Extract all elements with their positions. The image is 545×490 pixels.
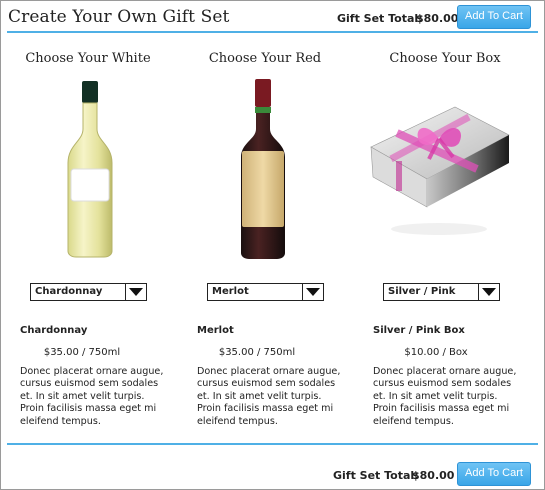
box-product-description: Donec placerat ornare augue, cursus euis… (373, 366, 517, 427)
chevron-down-icon[interactable] (125, 284, 146, 300)
white-product-price: $35.00 / 750ml (43, 347, 121, 358)
white-select[interactable]: Chardonnay (30, 283, 147, 301)
chevron-down-icon[interactable] (302, 284, 323, 300)
page-title: Create Your Own Gift Set (8, 7, 230, 27)
red-product-price: $35.00 / 750ml (218, 347, 296, 358)
box-product-name: Silver / Pink Box (373, 325, 465, 336)
chevron-down-icon[interactable] (478, 284, 499, 300)
white-product-name: Chardonnay (20, 325, 88, 336)
white-select-value: Chardonnay (35, 286, 103, 297)
white-wine-bottle-image (67, 81, 113, 258)
red-select-value: Merlot (212, 286, 249, 297)
red-wine-bottle-image (241, 79, 285, 259)
box-select[interactable]: Silver / Pink (383, 283, 500, 301)
white-product-description: Donec placerat ornare augue, cursus euis… (20, 366, 164, 427)
footer-total-label: Gift Set Total: (333, 469, 419, 482)
red-product-name: Merlot (197, 325, 234, 336)
column-red: Choose Your Red Merlot Merlot $35.00 / 7… (185, 33, 345, 443)
column-white-title: Choose Your White (25, 51, 151, 66)
header: Create Your Own Gift Set Gift Set Total:… (1, 1, 544, 32)
add-to-cart-button-top[interactable]: Add To Cart (457, 5, 531, 29)
footer-divider (7, 443, 538, 445)
red-select[interactable]: Merlot (207, 283, 324, 301)
box-select-value: Silver / Pink (388, 286, 456, 297)
add-to-cart-button-bottom[interactable]: Add To Cart (457, 462, 531, 486)
column-box-title: Choose Your Box (389, 51, 501, 66)
box-product-price: $10.00 / Box (404, 347, 468, 358)
column-white: Choose Your White Chardonnay Chardonnay … (8, 33, 168, 443)
header-total-label: Gift Set Total: (337, 12, 423, 25)
red-product-description: Donec placerat ornare augue, cursus euis… (197, 366, 341, 427)
column-box: Choose Your Box Silver / Pink Silver / P… (361, 33, 521, 443)
header-total-value: $80.00 (416, 12, 459, 25)
footer-total-value: $80.00 (412, 469, 455, 482)
column-red-title: Choose Your Red (208, 51, 322, 66)
gift-set-panel: Create Your Own Gift Set Gift Set Total:… (0, 0, 545, 490)
gift-box-image (370, 106, 510, 235)
